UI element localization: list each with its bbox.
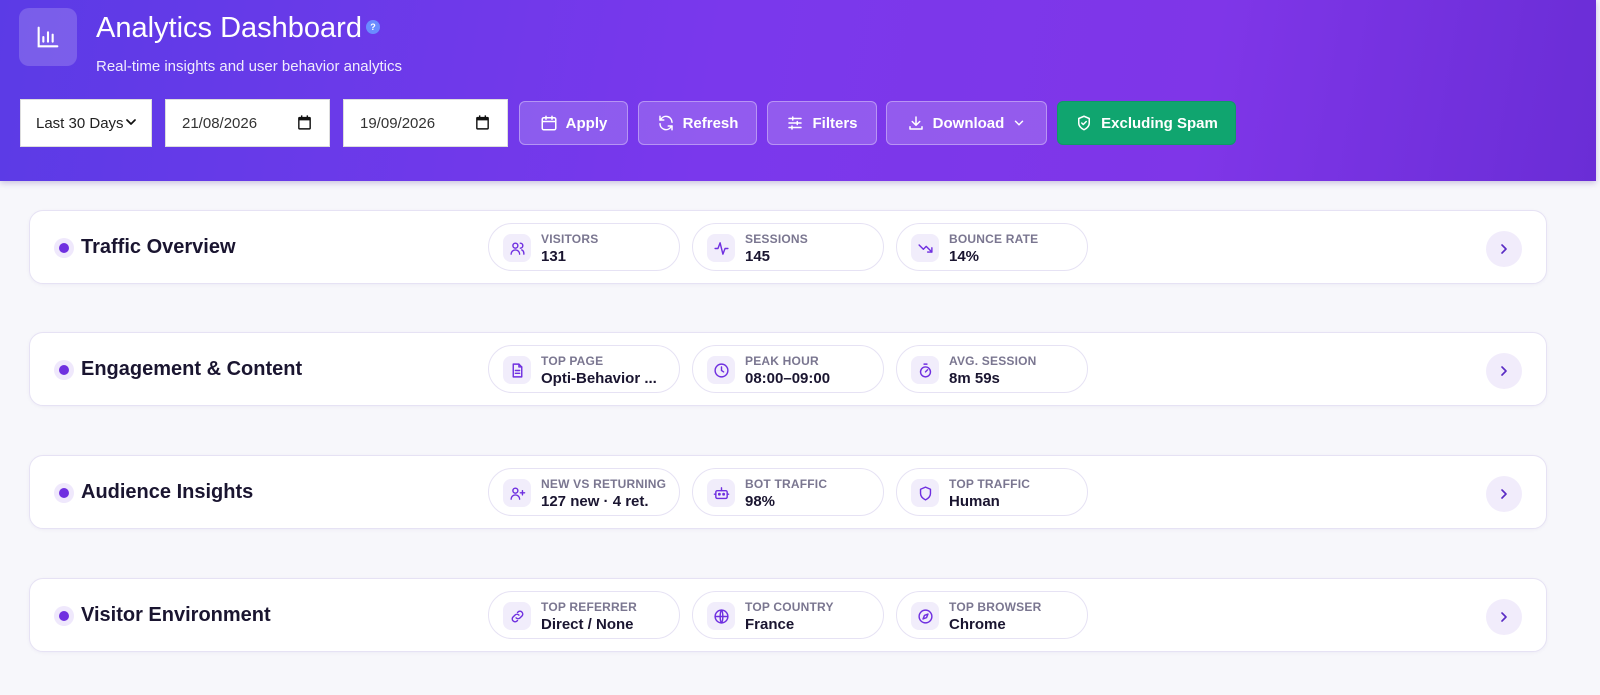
clock-icon	[707, 356, 735, 384]
stat-value: 127 new · 4 ret.	[541, 493, 649, 510]
stat-label: TOP BROWSER	[949, 600, 1042, 614]
stat-value: Human	[949, 493, 1000, 510]
filters-button[interactable]: Filters	[767, 101, 877, 145]
section-dot	[54, 606, 74, 626]
stat-pill: BOT TRAFFIC 98%	[692, 468, 884, 516]
shield-check-icon	[1078, 115, 1091, 131]
stat-label: BOT TRAFFIC	[745, 477, 828, 491]
audience-insights-card[interactable]: Audience Insights NEW VS RETURNING 127 n…	[29, 455, 1547, 529]
start-date-input[interactable]: 21/08/2026	[165, 99, 330, 147]
section-dot	[54, 483, 74, 503]
refresh-icon	[658, 115, 673, 131]
stat-label: TOP REFERRER	[541, 600, 637, 614]
chevron-right-icon	[1501, 489, 1507, 499]
calendar-icon	[541, 115, 557, 131]
help-icon[interactable]: ?	[366, 20, 380, 34]
download-label: Download	[932, 114, 1005, 132]
chevron-right-icon	[1501, 612, 1507, 622]
stat-label: SESSIONS	[745, 232, 808, 246]
stat-value: 131	[541, 248, 567, 265]
stat-pill: AVG. SESSION 8m 59s	[896, 345, 1088, 393]
trending-down-icon	[911, 234, 939, 262]
activity-icon	[707, 234, 735, 262]
link-icon	[503, 602, 531, 630]
stat-value: 8m 59s	[949, 370, 1000, 387]
card-title: Audience Insights	[81, 481, 254, 503]
chevron-right-icon	[1501, 366, 1507, 376]
stat-label: AVG. SESSION	[949, 354, 1037, 368]
filters-label: Filters	[812, 114, 858, 132]
apply-button[interactable]: Apply	[519, 101, 628, 145]
user-plus-icon	[503, 479, 531, 507]
compass-icon	[911, 602, 939, 630]
stat-value: 14%	[949, 248, 980, 265]
stat-label: TOP COUNTRY	[745, 600, 834, 614]
engagement-content-card[interactable]: Engagement & Content TOP PAGE Opti-Behav…	[29, 332, 1547, 406]
stat-pill: TOP REFERRER Direct / None	[488, 591, 680, 639]
stat-label: BOUNCE RATE	[949, 232, 1039, 246]
stat-pill: TOP BROWSER Chrome	[896, 591, 1088, 639]
stat-pill: PEAK HOUR 08:00–09:00	[692, 345, 884, 393]
date-range-value: Last 30 Days	[36, 114, 124, 132]
stat-pill: TOP COUNTRY France	[692, 591, 884, 639]
expand-button[interactable]	[1486, 231, 1522, 267]
date-range-select[interactable]: Last 30 Days	[20, 99, 152, 147]
stat-pill: BOUNCE RATE 14%	[896, 223, 1088, 271]
expand-button[interactable]	[1486, 353, 1522, 389]
bar-chart-icon	[19, 8, 77, 66]
stat-pill: SESSIONS 145	[692, 223, 884, 271]
stat-label: TOP PAGE	[541, 354, 604, 368]
section-dot	[54, 360, 74, 380]
stat-value: 98%	[745, 493, 776, 510]
bot-icon	[707, 479, 735, 507]
chevron-right-icon	[1501, 244, 1507, 254]
card-title: Engagement & Content	[81, 358, 303, 380]
visitor-environment-card[interactable]: Visitor Environment TOP REFERRER Direct …	[29, 578, 1547, 652]
stat-pill: VISITORS 131	[488, 223, 680, 271]
end-date-value: 19/09/2026	[360, 114, 436, 132]
apply-label: Apply	[565, 114, 608, 132]
download-icon	[908, 116, 923, 130]
expand-button[interactable]	[1486, 599, 1522, 635]
users-icon	[503, 234, 531, 262]
stat-pill: TOP TRAFFIC Human	[896, 468, 1088, 516]
end-date-input[interactable]: 19/09/2026	[343, 99, 508, 147]
card-title: Visitor Environment	[81, 604, 271, 626]
chevron-down-icon	[1015, 120, 1024, 126]
spam-filter-toggle[interactable]: Excluding Spam	[1057, 101, 1236, 145]
calendar-icon[interactable]	[296, 114, 313, 131]
stat-value: Direct / None	[541, 616, 634, 633]
stat-pill: NEW VS RETURNING 127 new · 4 ret.	[488, 468, 680, 516]
refresh-button[interactable]: Refresh	[638, 101, 757, 145]
calendar-icon[interactable]	[474, 114, 491, 131]
stat-value: France	[745, 616, 795, 633]
card-title: Traffic Overview	[81, 236, 236, 258]
stat-pill: TOP PAGE Opti-Behavior ...	[488, 345, 680, 393]
start-date-value: 21/08/2026	[182, 114, 258, 132]
stat-value: 145	[745, 248, 771, 265]
dashboard-header: Analytics Dashboard ? Real-time insights…	[0, 0, 1596, 181]
chevron-down-icon	[126, 119, 136, 125]
stat-label: NEW VS RETURNING	[541, 477, 667, 491]
timer-icon	[911, 356, 939, 384]
download-button[interactable]: Download	[886, 101, 1047, 145]
traffic-overview-card[interactable]: Traffic Overview VISITORS 131 SESSIONS 1…	[29, 210, 1547, 284]
stat-label: PEAK HOUR	[745, 354, 819, 368]
expand-button[interactable]	[1486, 476, 1522, 512]
shield-icon	[911, 479, 939, 507]
spam-label: Excluding Spam	[1101, 114, 1218, 132]
stat-label: VISITORS	[541, 232, 599, 246]
stat-value: Chrome	[949, 616, 1006, 633]
sliders-icon	[788, 116, 803, 130]
document-icon	[503, 356, 531, 384]
globe-icon	[707, 602, 735, 630]
section-dot	[54, 238, 74, 258]
stat-value: Opti-Behavior ...	[541, 370, 657, 387]
refresh-label: Refresh	[682, 114, 739, 132]
stat-value: 08:00–09:00	[745, 370, 831, 387]
page-subtitle: Real-time insights and user behavior ana…	[96, 58, 402, 75]
stat-label: TOP TRAFFIC	[949, 477, 1031, 491]
page-title: Analytics Dashboard	[96, 12, 362, 44]
